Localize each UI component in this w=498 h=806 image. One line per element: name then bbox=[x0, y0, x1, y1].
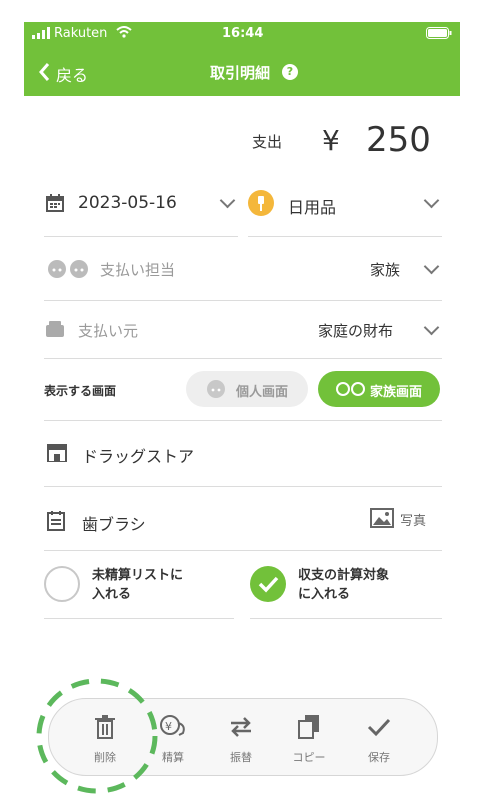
page-title: 取引明細 bbox=[210, 64, 271, 82]
chevron-left-icon bbox=[39, 63, 50, 81]
store-row[interactable]: ドラッグストア bbox=[44, 426, 442, 480]
personal-screen-toggle[interactable]: 個人画面 bbox=[186, 371, 308, 407]
include-calc-option[interactable]: 収支の計算対象 に入れる bbox=[250, 560, 442, 612]
wallet-icon bbox=[46, 321, 64, 337]
currency-symbol: ¥ bbox=[322, 124, 340, 157]
payer-label: 支払い担当 bbox=[100, 261, 176, 279]
memo-value: 歯ブラシ bbox=[82, 515, 146, 534]
memo-row[interactable]: 歯ブラシ bbox=[44, 494, 344, 544]
transfer-button[interactable]: 振替 bbox=[211, 699, 271, 775]
personal-screen-label: 個人画面 bbox=[236, 385, 289, 400]
source-label: 支払い元 bbox=[78, 322, 139, 340]
divider bbox=[44, 358, 442, 359]
checkmark-icon bbox=[250, 566, 286, 602]
chevron-down-icon bbox=[423, 192, 440, 209]
amount-value[interactable]: 250 bbox=[366, 120, 431, 160]
divider bbox=[44, 236, 238, 237]
status-bar: Rakuten 16:44 bbox=[24, 22, 460, 46]
display-screen-label: 表示する画面 bbox=[44, 384, 117, 398]
toothbrush-icon bbox=[248, 190, 274, 216]
source-value: 家庭の財布 bbox=[318, 322, 394, 340]
person-face-icon bbox=[207, 380, 225, 398]
calendar-icon bbox=[46, 194, 64, 212]
signal-icon bbox=[32, 27, 50, 43]
family-faces-icon bbox=[48, 260, 88, 278]
category-picker[interactable]: 日用品 bbox=[248, 178, 442, 228]
family-screen-toggle[interactable]: 家族画面 bbox=[318, 371, 440, 407]
divider bbox=[44, 486, 442, 487]
divider bbox=[44, 300, 442, 301]
unsettled-label: 未精算リストに 入れる bbox=[92, 568, 184, 602]
status-time: 16:44 bbox=[222, 26, 264, 41]
chevron-down-icon bbox=[423, 319, 440, 336]
unsettled-list-option[interactable]: 未精算リストに 入れる bbox=[44, 560, 236, 612]
back-label: 戻る bbox=[56, 66, 89, 85]
divider bbox=[44, 618, 234, 619]
transaction-type-label: 支出 bbox=[252, 133, 283, 151]
chevron-down-icon bbox=[219, 192, 236, 209]
checkmark-icon bbox=[367, 718, 391, 737]
dashed-highlight-circle bbox=[36, 678, 158, 794]
carrier-name: Rakuten bbox=[54, 26, 108, 41]
category-value: 日用品 bbox=[288, 198, 337, 217]
svg-text:¥: ¥ bbox=[165, 720, 172, 733]
save-label: 保存 bbox=[368, 751, 390, 764]
divider bbox=[250, 618, 442, 619]
image-icon bbox=[370, 508, 394, 528]
unchecked-circle-icon bbox=[44, 566, 80, 602]
divider bbox=[248, 236, 442, 237]
settle-yen-icon: ¥ bbox=[160, 715, 185, 736]
photo-label: 写真 bbox=[400, 514, 427, 529]
copy-icon bbox=[298, 715, 319, 739]
photo-button[interactable]: 写真 bbox=[370, 506, 440, 532]
divider bbox=[44, 420, 442, 421]
payment-source-row[interactable]: 支払い元 家庭の財布 bbox=[44, 308, 442, 352]
nav-bar: 戻る 取引明細 ? bbox=[24, 48, 460, 96]
date-value: 2023-05-16 bbox=[78, 193, 177, 213]
swap-arrows-icon bbox=[231, 717, 251, 737]
help-icon[interactable]: ? bbox=[282, 64, 298, 80]
copy-label: コピー bbox=[292, 751, 326, 764]
family-faces-icon bbox=[336, 382, 365, 396]
save-button[interactable]: 保存 bbox=[349, 699, 409, 775]
payer-row[interactable]: 支払い担当 家族 bbox=[44, 246, 442, 292]
store-icon bbox=[47, 444, 67, 462]
transfer-label: 振替 bbox=[230, 751, 252, 764]
battery-icon bbox=[426, 27, 452, 43]
wifi-icon bbox=[116, 26, 132, 42]
date-picker[interactable]: 2023-05-16 bbox=[44, 178, 238, 228]
divider bbox=[44, 550, 442, 551]
memo-icon bbox=[47, 511, 65, 531]
store-value: ドラッグストア bbox=[82, 447, 195, 466]
payer-value: 家族 bbox=[370, 261, 401, 279]
copy-button[interactable]: コピー bbox=[279, 699, 339, 775]
chevron-down-icon bbox=[423, 258, 440, 275]
include-calc-label: 収支の計算対象 に入れる bbox=[298, 568, 390, 602]
family-screen-label: 家族画面 bbox=[370, 385, 423, 400]
